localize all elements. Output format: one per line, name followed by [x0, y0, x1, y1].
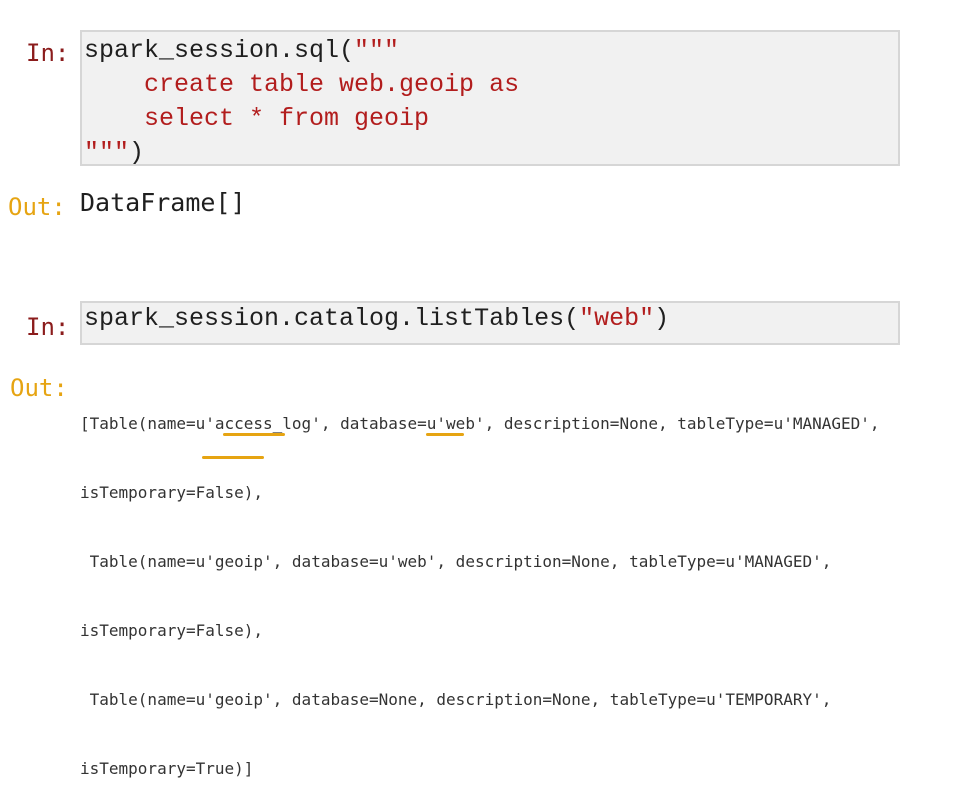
output-line: Table(name=u'geoip', database=u'web', de…	[80, 552, 832, 571]
highlight-underline-false	[202, 456, 264, 459]
output-line: isTemporary=False),	[80, 483, 264, 502]
output-line: isTemporary=False),	[80, 621, 264, 640]
cell2-code-prefix: spark_session.catalog.listTables(	[84, 304, 580, 333]
cell1-string-open: """	[354, 36, 400, 65]
output-line: isTemporary=True)]	[80, 759, 254, 778]
cell1-string-close: """	[84, 138, 130, 167]
cell1-code-prefix: spark_session.sql(	[84, 36, 355, 65]
cell1-code: spark_session.sql(""" create table web.g…	[84, 34, 898, 170]
highlight-underline-geoip	[223, 433, 285, 436]
highlight-underline-web	[426, 433, 464, 436]
output-line: [Table(name=u'access_log', database=u'we…	[80, 414, 880, 433]
cell2-code: spark_session.catalog.listTables("web")	[84, 303, 898, 335]
cell2-code-string: "web"	[579, 304, 655, 333]
cell1-out-prompt: Out:	[8, 193, 66, 221]
cell2-code-suffix: )	[654, 304, 670, 333]
cell1-code-suffix: )	[129, 138, 145, 167]
output-line: Table(name=u'geoip', database=None, desc…	[80, 690, 832, 709]
cell1-string-line2: create table web.geoip as	[84, 70, 520, 99]
cell2-output: [Table(name=u'access_log', database=u'we…	[80, 366, 960, 803]
cell2-code-input[interactable]: spark_session.catalog.listTables("web")	[80, 301, 900, 345]
cell2-in-prompt: In:	[26, 313, 70, 341]
cell1-string-line3: select * from geoip	[84, 104, 430, 133]
cell1-code-input[interactable]: spark_session.sql(""" create table web.g…	[80, 30, 900, 167]
cell2-out-prompt: Out:	[10, 374, 68, 402]
cell1-output: DataFrame[]	[80, 188, 246, 217]
cell1-in-prompt: In:	[26, 39, 70, 67]
